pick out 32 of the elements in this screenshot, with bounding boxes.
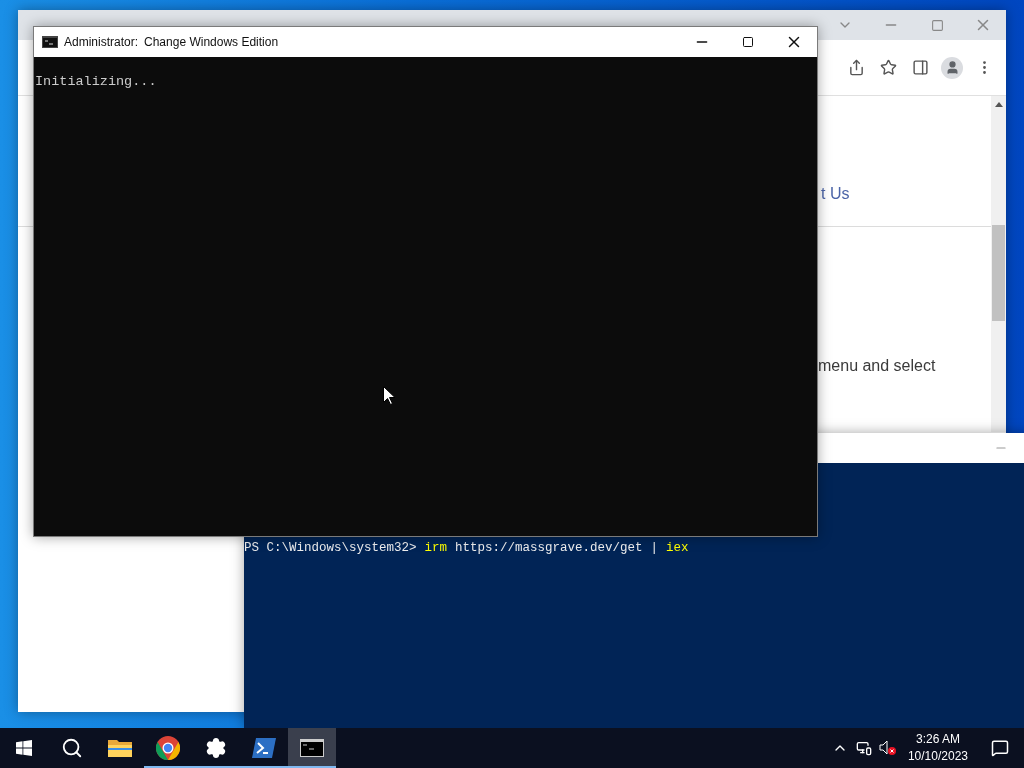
powershell-icon (252, 738, 276, 758)
console-text: https://massgrave.dev/get (455, 541, 643, 555)
notification-icon[interactable] (991, 739, 1009, 757)
folder-icon (108, 738, 132, 758)
page-link[interactable]: t Us (821, 185, 850, 202)
console-text: iex (666, 541, 689, 555)
side-panel-icon[interactable] (911, 59, 929, 76)
console-text: PS C:\Windows\system32> (244, 541, 417, 555)
network-icon[interactable] (855, 740, 872, 756)
console-text: irm (424, 541, 448, 555)
speaker-muted-icon[interactable] (878, 740, 897, 756)
console-output: Initializing... (34, 73, 158, 89)
mouse-cursor-icon (383, 386, 395, 405)
star-icon[interactable] (879, 59, 897, 76)
search-icon (61, 737, 83, 759)
clock[interactable]: 3:26 AM 10/10/2023 (899, 731, 976, 765)
windows-logo-icon (16, 740, 32, 756)
chrome-icon (156, 736, 180, 760)
page-text: menu and select (818, 357, 936, 374)
profile-avatar[interactable] (941, 56, 963, 79)
maximize-icon[interactable] (742, 36, 754, 48)
console-text: | (650, 541, 659, 555)
scrollbar[interactable] (991, 96, 1006, 432)
taskbar-app-button[interactable] (288, 728, 336, 768)
window-title: Administrator: (64, 35, 139, 49)
console-icon (42, 36, 58, 48)
share-icon[interactable] (847, 59, 865, 76)
gear-icon (205, 737, 227, 759)
window-title: Change Windows Edition (144, 35, 279, 49)
scroll-up-icon[interactable] (994, 102, 1003, 107)
scrollbar-thumb[interactable] (992, 225, 1005, 321)
terminal-icon (300, 739, 324, 757)
